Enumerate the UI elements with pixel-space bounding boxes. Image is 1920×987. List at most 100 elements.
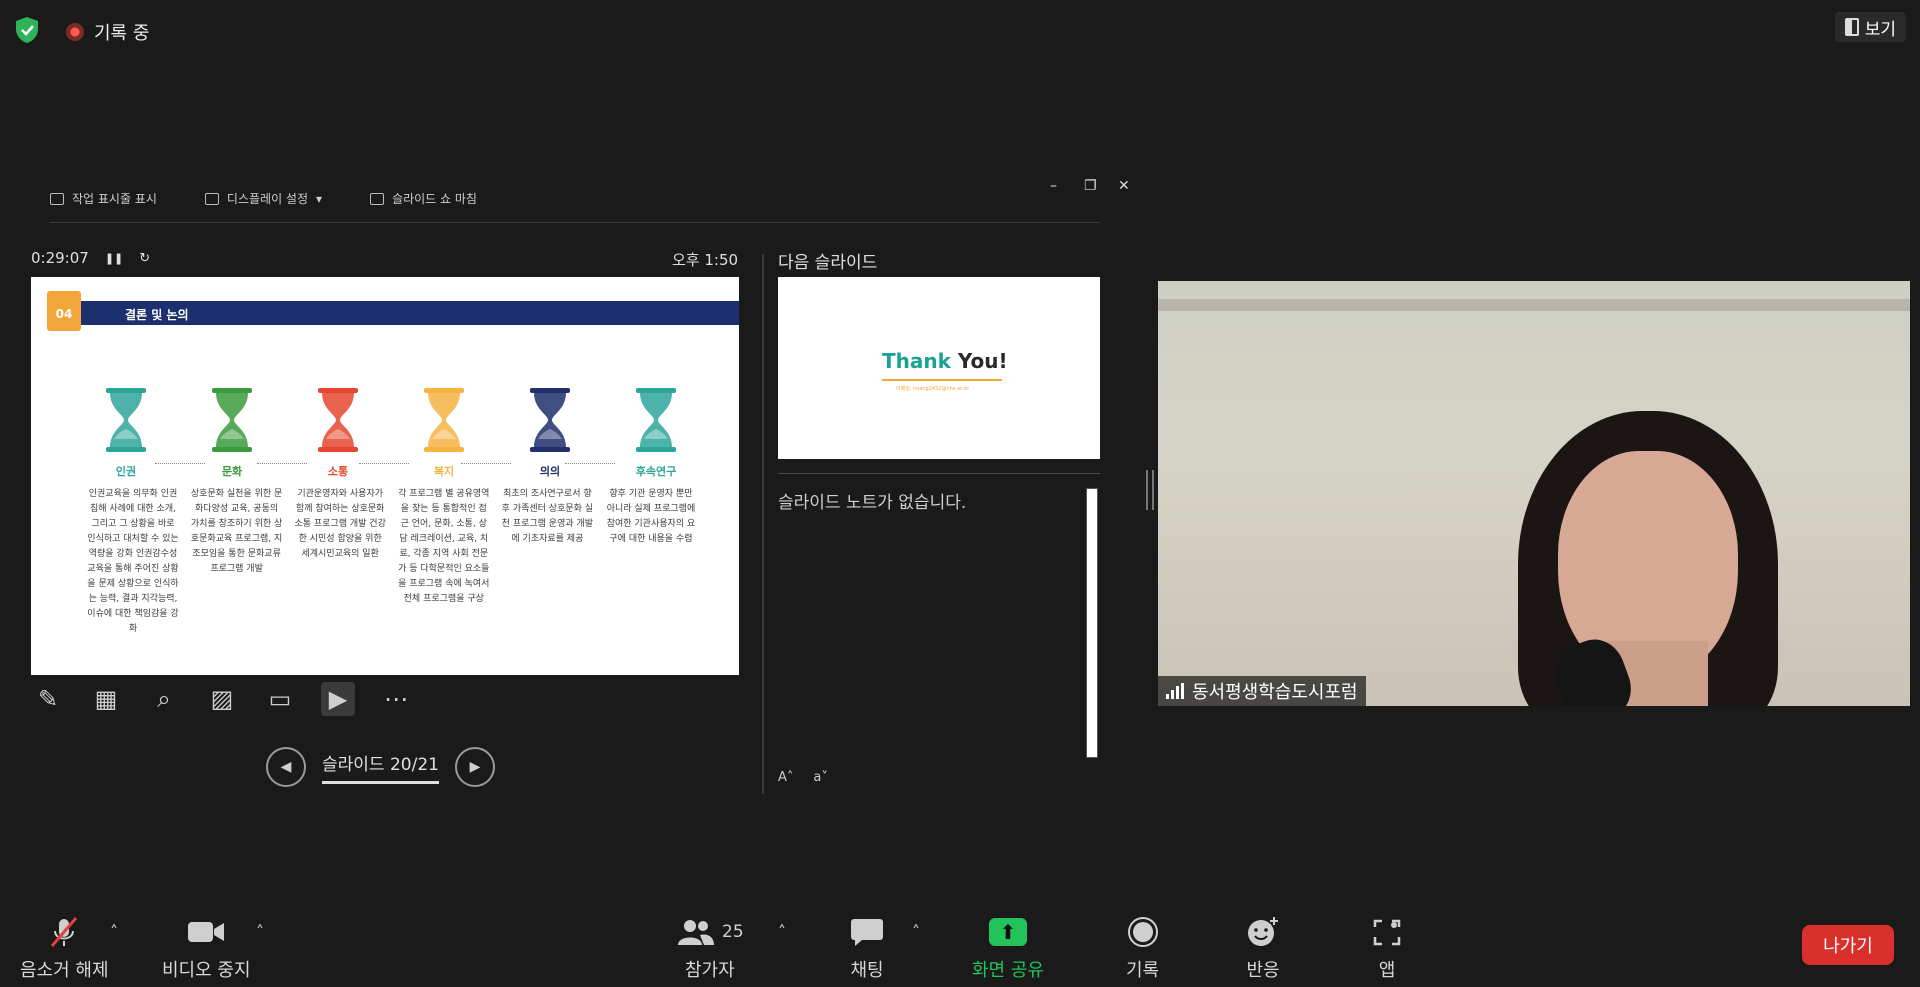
slideshow-timer: 0:29:07 ❚❚ ↻ <box>31 249 150 267</box>
participants-count: 25 <box>722 922 744 942</box>
hourglass-label: 소통 <box>327 465 349 478</box>
notes-divider <box>778 473 1100 474</box>
background-shelf <box>1158 299 1910 311</box>
share-screen-icon: ⬆ <box>988 914 1027 950</box>
video-options-chevron-icon[interactable]: ˄ <box>256 922 264 941</box>
previous-slide-icon[interactable]: ◀ <box>266 747 306 787</box>
hourglass-item: 후속연구 <box>631 387 681 479</box>
share-screen-button[interactable]: ⬆ 화면 공유 <box>972 914 1044 982</box>
hourglass-icon <box>318 388 358 452</box>
presenter-view-window: 작업 표시줄 표시 디스플레이 설정 ▾ 슬라이드 쇼 마침 – ❐ ✕ 0:2… <box>26 170 1154 810</box>
leave-meeting-button[interactable]: 나가기 <box>1802 925 1894 965</box>
display-settings-button[interactable]: 디스플레이 설정 ▾ <box>204 190 323 207</box>
subtitles-icon[interactable]: ▭ <box>263 682 297 716</box>
recording-indicator[interactable]: 기록 중 <box>66 19 149 45</box>
share-screen-label: 화면 공유 <box>972 960 1044 981</box>
reactions-label: 반응 <box>1246 960 1280 981</box>
column-description: 최초의 조사연구로서 향후 가족센터 상호문화 실천 프로그램 운영과 개발에 … <box>501 489 594 544</box>
participants-icon: 25 <box>676 914 744 950</box>
notes-font-controls: A˄ a˅ <box>778 770 828 785</box>
underline-decoration <box>882 379 1002 381</box>
chat-options-chevron-icon[interactable]: ˄ <box>912 922 920 941</box>
recording-dot-icon <box>66 23 84 41</box>
dotted-connector <box>565 463 615 464</box>
video-camera-icon <box>187 914 225 950</box>
hourglass-item: 인권 <box>101 387 151 479</box>
participant-video[interactable]: 동서평생학습도시포럼 <box>1158 281 1910 706</box>
end-slideshow-icon <box>370 192 385 205</box>
audio-options-chevron-icon[interactable]: ˄ <box>110 922 118 941</box>
stop-video-label: 비디오 중지 <box>162 960 251 981</box>
chevron-down-icon: ▾ <box>316 191 323 206</box>
dotted-connector <box>461 463 511 464</box>
more-options-icon[interactable]: ⋯ <box>379 682 413 716</box>
end-slideshow-button[interactable]: 슬라이드 쇼 마침 <box>370 190 477 207</box>
column-description: 각 프로그램 별 공유영역을 찾는 등 통합적인 접근 언어, 문화, 소통, … <box>398 489 490 604</box>
slide-part-badge: 04 <box>47 291 81 331</box>
see-all-slides-icon[interactable]: ▦ <box>89 682 123 716</box>
apps-label: 앱 <box>1378 960 1396 981</box>
pause-icon[interactable]: ❚❚ <box>105 252 123 265</box>
minimize-icon[interactable]: – <box>1050 178 1057 194</box>
dotted-connector <box>257 463 307 464</box>
slide-navigation: ◀ 슬라이드 20/21 ▶ <box>266 747 495 787</box>
column-description: 인권교육을 의무화 인권 침해 사례에 대한 소개, 그리고 그 상황을 바로 … <box>87 489 179 634</box>
column-description: 기관운영자와 사용자가 함께 참여하는 상호문화소통 프로그램 개발 건강한 시… <box>294 489 386 559</box>
end-slideshow-label: 슬라이드 쇼 마침 <box>392 192 477 206</box>
unmute-button[interactable]: 음소거 해제 <box>20 914 109 982</box>
hourglass-label: 문화 <box>221 465 243 478</box>
pen-tool-icon[interactable]: ✎ <box>31 682 65 716</box>
hourglass-item: 의의 <box>525 387 575 479</box>
participants-button[interactable]: 25 참가자 <box>676 914 744 982</box>
zoom-icon[interactable]: ⌕ <box>147 682 181 716</box>
view-button[interactable]: 보기 <box>1834 12 1906 42</box>
next-slide-preview[interactable]: Thank You! 이메일: hoang2432@nhs.ac.kr <box>778 277 1100 459</box>
dotted-connector <box>155 463 205 464</box>
slide-counter[interactable]: 슬라이드 20/21 <box>322 750 439 784</box>
dotted-connector <box>359 463 409 464</box>
record-label: 기록 <box>1126 960 1160 981</box>
close-icon[interactable]: ✕ <box>1118 178 1130 194</box>
show-taskbar-label: 작업 표시줄 표시 <box>72 192 157 206</box>
hourglass-item: 소통 <box>313 387 363 479</box>
hourglass-row: 인권 문화 소통 복지 의의 후속연구 <box>101 387 681 479</box>
slide-title: 결론 및 논의 <box>125 308 189 322</box>
black-screen-icon[interactable]: ▨ <box>205 682 239 716</box>
hourglass-label: 인권 <box>115 465 137 478</box>
hourglass-icon <box>530 388 570 452</box>
reactions-button[interactable]: 반응 <box>1246 914 1280 982</box>
next-slide-icon[interactable]: ▶ <box>454 747 495 787</box>
view-layout-icon <box>1844 18 1859 36</box>
record-button[interactable]: 기록 <box>1126 914 1159 982</box>
resize-handle[interactable] <box>1146 470 1154 510</box>
security-shield-icon[interactable] <box>14 16 40 44</box>
view-label: 보기 <box>1864 19 1896 40</box>
hourglass-icon <box>106 388 146 452</box>
chat-button[interactable]: 채팅 <box>850 914 884 982</box>
meeting-controls: 음소거 해제 ˄ 비디오 중지 ˄ 25 참가자 ˄ 채팅 ˄ ⬆ 화면 공유 … <box>0 900 1920 987</box>
current-time: 오후 1:50 <box>672 251 739 269</box>
badge-number: 04 <box>55 307 73 321</box>
apps-button[interactable]: 앱 <box>1372 914 1402 982</box>
description-row: 인권교육을 의무화 인권 침해 사례에 대한 소개, 그리고 그 상황을 바로 … <box>87 487 697 637</box>
toolbar-divider <box>50 222 1100 223</box>
reset-timer-icon[interactable]: ↻ <box>139 251 150 266</box>
current-slide[interactable]: 04 결론 및 논의 인권 문화 소통 복지 의의 후속연구 인권교육을 의무화 인권 침… <box>31 277 739 675</box>
increase-font-icon[interactable]: A˄ <box>778 770 793 785</box>
decrease-font-icon[interactable]: a˅ <box>813 770 827 785</box>
you-text: You! <box>950 349 1008 373</box>
participants-label: 참가자 <box>684 960 735 981</box>
thank-text: Thank <box>882 349 951 373</box>
stop-video-button[interactable]: 비디오 중지 <box>162 914 251 982</box>
slide-tools: ✎ ▦ ⌕ ▨ ▭ ▶ ⋯ <box>31 682 413 716</box>
chat-icon <box>850 914 884 950</box>
participant-name: 동서평생학습도시포럼 <box>1192 682 1358 703</box>
camera-toggle-icon[interactable]: ▶ <box>321 682 355 716</box>
notes-scrollbar[interactable] <box>1086 488 1098 758</box>
participants-options-chevron-icon[interactable]: ˄ <box>778 922 786 941</box>
speaker-notes[interactable]: 슬라이드 노트가 없습니다. <box>778 488 966 513</box>
timer-value: 0:29:07 <box>31 249 89 267</box>
restore-icon[interactable]: ❐ <box>1084 178 1097 194</box>
show-taskbar-button[interactable]: 작업 표시줄 표시 <box>50 190 157 207</box>
hourglass-item: 문화 <box>207 387 257 479</box>
